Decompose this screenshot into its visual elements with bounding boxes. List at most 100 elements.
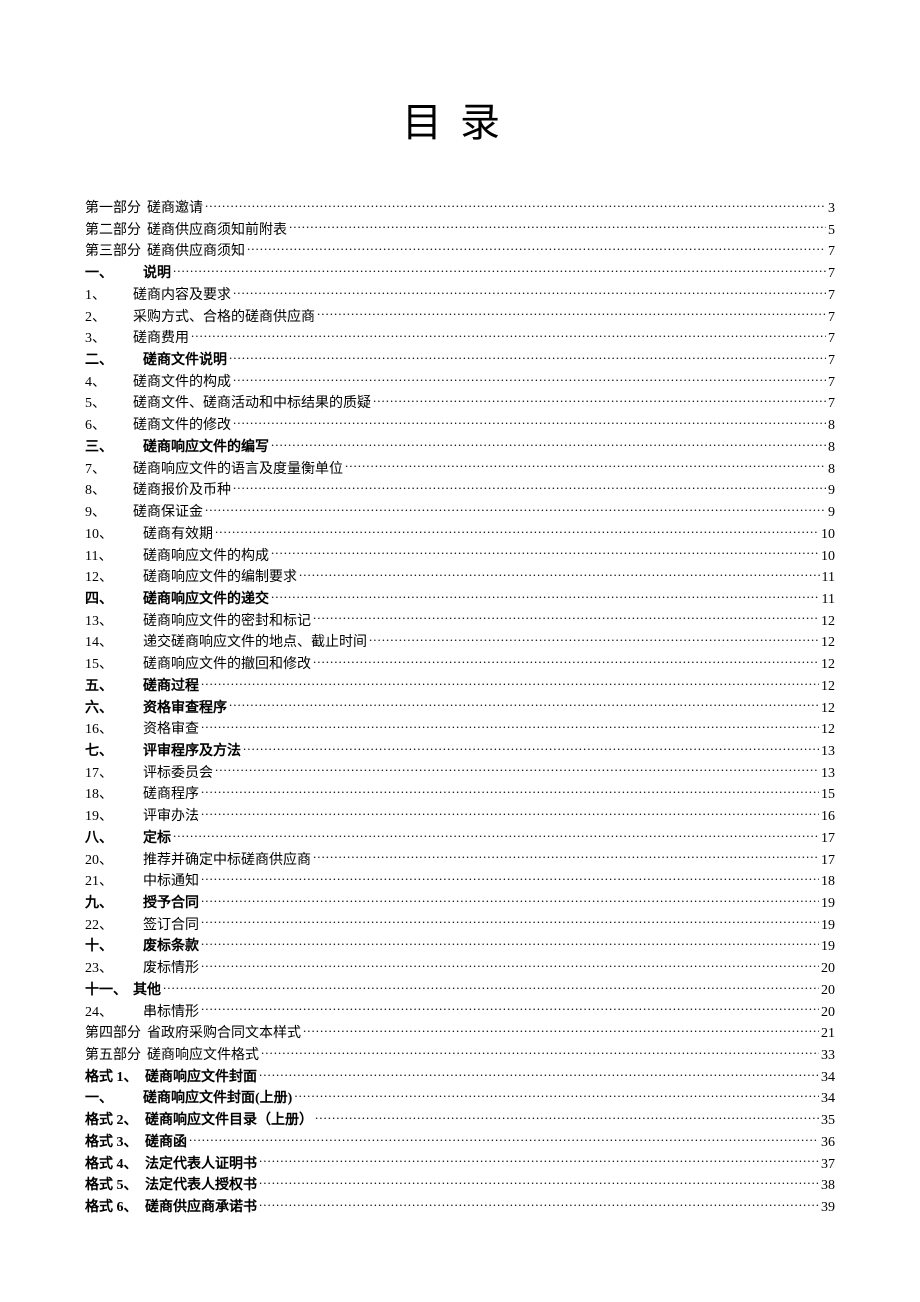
toc-entry-label: 评标委员会 (133, 764, 215, 785)
toc-entry-label: 磋商供应商承诺书 (145, 1198, 259, 1219)
toc-leader-dots (373, 393, 826, 407)
toc-entry-number: 20、 (85, 851, 133, 872)
toc-entry-page: 37 (819, 1155, 835, 1176)
toc-entry-number: 14、 (85, 633, 133, 654)
toc-entry: 十一、其他20 (85, 980, 835, 1002)
toc-entry-label: 磋商程序 (133, 785, 201, 806)
toc-entry: 1、磋商内容及要求7 (85, 285, 835, 307)
toc-entry-page: 34 (819, 1068, 835, 1089)
toc-leader-dots (259, 1175, 819, 1189)
toc-entry-page: 7 (826, 242, 835, 263)
toc-entry-page: 7 (826, 286, 835, 307)
toc-entry-page: 19 (819, 916, 835, 937)
toc-leader-dots (259, 1197, 819, 1211)
toc-entry-label: 磋商响应文件的递交 (133, 590, 271, 611)
toc-leader-dots (201, 915, 819, 929)
toc-leader-dots (215, 763, 819, 777)
toc-entry-number: 格式 1、 (85, 1068, 145, 1089)
toc-entry-label: 授予合同 (133, 894, 201, 915)
toc-entry-number: 一、 (85, 1089, 133, 1110)
toc-entry-page: 17 (819, 829, 835, 850)
toc-leader-dots (261, 1045, 819, 1059)
toc-entry-label: 磋商文件的修改 (133, 416, 233, 437)
toc-entry-number: 6、 (85, 416, 133, 437)
toc-entry: 9、磋商保证金9 (85, 502, 835, 524)
toc-entry-number: 19、 (85, 807, 133, 828)
toc-leader-dots (271, 589, 820, 603)
toc-entry-label: 资格审查 (133, 720, 201, 741)
toc-leader-dots (303, 1023, 819, 1037)
toc-entry-number: 17、 (85, 764, 133, 785)
toc-entry: 18、磋商程序15 (85, 784, 835, 806)
toc-entry-label: 磋商响应文件封面 (145, 1068, 259, 1089)
toc-entry-number: 24、 (85, 1003, 133, 1024)
toc-entry-label: 磋商文件的构成 (133, 373, 233, 394)
toc-entry: 格式 3、磋商函36 (85, 1132, 835, 1154)
toc-entry-label: 磋商邀请 (147, 199, 205, 220)
toc-entry-page: 13 (819, 742, 835, 763)
toc-entry: 第二部分磋商供应商须知前附表5 (85, 220, 835, 242)
page-title: 目录 (85, 90, 835, 148)
toc-entry-number: 格式 5、 (85, 1176, 145, 1197)
toc-entry: 第五部分磋商响应文件格式33 (85, 1045, 835, 1067)
toc-entry: 格式 4、法定代表人证明书37 (85, 1154, 835, 1176)
toc-entry-number: 第五部分 (85, 1046, 147, 1067)
toc-entry-number: 1、 (85, 286, 133, 307)
toc-entry-page: 12 (819, 720, 835, 741)
toc-entry-number: 21、 (85, 872, 133, 893)
toc-entry-label: 磋商响应文件目录（上册） (145, 1111, 315, 1132)
toc-entry-page: 15 (819, 785, 835, 806)
toc-entry-number: 9、 (85, 503, 133, 524)
toc-entry-page: 7 (826, 329, 835, 350)
toc-leader-dots (271, 437, 826, 451)
toc-leader-dots (369, 632, 819, 646)
toc-entry-number: 十一、 (85, 981, 133, 1002)
toc-leader-dots (201, 784, 819, 798)
toc-leader-dots (189, 1132, 819, 1146)
toc-entry-page: 8 (826, 460, 835, 481)
toc-entry: 22、签订合同19 (85, 915, 835, 937)
toc-entry: 第四部分省政府采购合同文本样式21 (85, 1023, 835, 1045)
toc-entry: 十、废标条款19 (85, 936, 835, 958)
toc-entry-number: 第一部分 (85, 199, 147, 220)
toc-entry-label: 推荐并确定中标磋商供应商 (133, 851, 313, 872)
toc-entry-number: 三、 (85, 438, 133, 459)
toc-leader-dots (215, 524, 819, 538)
toc-leader-dots (229, 350, 826, 364)
toc-entry-page: 12 (819, 699, 835, 720)
toc-entry-page: 12 (819, 633, 835, 654)
toc-entry-page: 7 (826, 308, 835, 329)
toc-leader-dots (233, 372, 826, 386)
toc-entry-label: 磋商响应文件的构成 (133, 547, 271, 568)
toc-entry: 一、磋商响应文件封面(上册)34 (85, 1088, 835, 1110)
toc-entry-label: 省政府采购合同文本样式 (147, 1024, 303, 1045)
toc-leader-dots (205, 198, 826, 212)
toc-entry-number: 8、 (85, 481, 133, 502)
toc-entry-page: 7 (826, 264, 835, 285)
toc-entry-page: 9 (826, 503, 835, 524)
toc-entry-number: 九、 (85, 894, 133, 915)
toc-entry-label: 磋商响应文件格式 (147, 1046, 261, 1067)
toc-entry-label: 采购方式、合格的磋商供应商 (133, 308, 317, 329)
toc-leader-dots (313, 850, 819, 864)
toc-entry-label: 磋商文件、磋商活动和中标结果的质疑 (133, 394, 373, 415)
toc-entry-page: 20 (819, 959, 835, 980)
toc-entry-number: 第三部分 (85, 242, 147, 263)
toc-entry-page: 19 (819, 937, 835, 958)
toc-leader-dots (313, 611, 819, 625)
toc-entry: 7、磋商响应文件的语言及度量衡单位8 (85, 459, 835, 481)
toc-leader-dots (191, 328, 826, 342)
toc-leader-dots (289, 220, 826, 234)
toc-entry-number: 10、 (85, 525, 133, 546)
toc-entry-label: 磋商响应文件的编制要求 (133, 568, 299, 589)
toc-entry-label: 磋商响应文件的密封和标记 (133, 612, 313, 633)
toc-entry: 第一部分磋商邀请3 (85, 198, 835, 220)
toc-leader-dots (229, 698, 819, 712)
toc-entry-number: 5、 (85, 394, 133, 415)
toc-entry-number: 格式 6、 (85, 1198, 145, 1219)
toc-entry-page: 7 (826, 351, 835, 372)
toc-leader-dots (201, 676, 819, 690)
toc-entry: 14、递交磋商响应文件的地点、截止时间12 (85, 632, 835, 654)
toc-entry-label: 串标情形 (133, 1003, 201, 1024)
toc-leader-dots (173, 828, 819, 842)
